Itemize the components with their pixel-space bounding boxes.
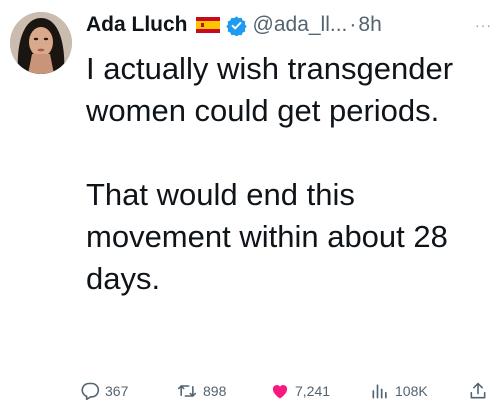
views-count: 108K <box>395 383 428 399</box>
avatar[interactable] <box>10 12 72 74</box>
heart-icon <box>270 381 290 401</box>
retweet-count: 898 <box>203 383 227 399</box>
separator-dot: · <box>349 13 357 36</box>
reply-count: 367 <box>105 383 129 399</box>
tweet-card: Ada Lluch @ada_ll... · 8h ··· I actually… <box>0 0 500 414</box>
retweet-button[interactable]: 898 <box>176 378 226 404</box>
verified-badge-icon <box>225 15 247 37</box>
user-handle[interactable]: @ada_ll... <box>253 13 348 37</box>
views-button[interactable]: 108K <box>370 378 428 404</box>
like-button[interactable]: 7,241 <box>270 378 330 404</box>
display-name[interactable]: Ada Lluch <box>86 13 188 37</box>
views-icon <box>370 381 390 401</box>
more-options-icon[interactable]: ··· <box>475 17 494 33</box>
like-count: 7,241 <box>295 383 331 399</box>
share-icon <box>468 381 488 401</box>
tweet-text: I actually wish transgender women could … <box>86 48 494 300</box>
reply-button[interactable]: 367 <box>80 378 128 404</box>
tweet-paragraph: I actually wish transgender women could … <box>86 51 454 128</box>
tweet-paragraph: That would end this movement within abou… <box>86 177 448 296</box>
retweet-icon <box>176 381 198 401</box>
tweet-header: Ada Lluch @ada_ll... · 8h ··· <box>86 10 494 40</box>
share-button[interactable] <box>468 378 488 404</box>
action-bar: 367 898 7,241 108K <box>80 378 498 404</box>
timestamp[interactable]: 8h <box>358 13 381 37</box>
spain-flag-icon <box>195 17 220 33</box>
reply-icon <box>80 381 100 401</box>
